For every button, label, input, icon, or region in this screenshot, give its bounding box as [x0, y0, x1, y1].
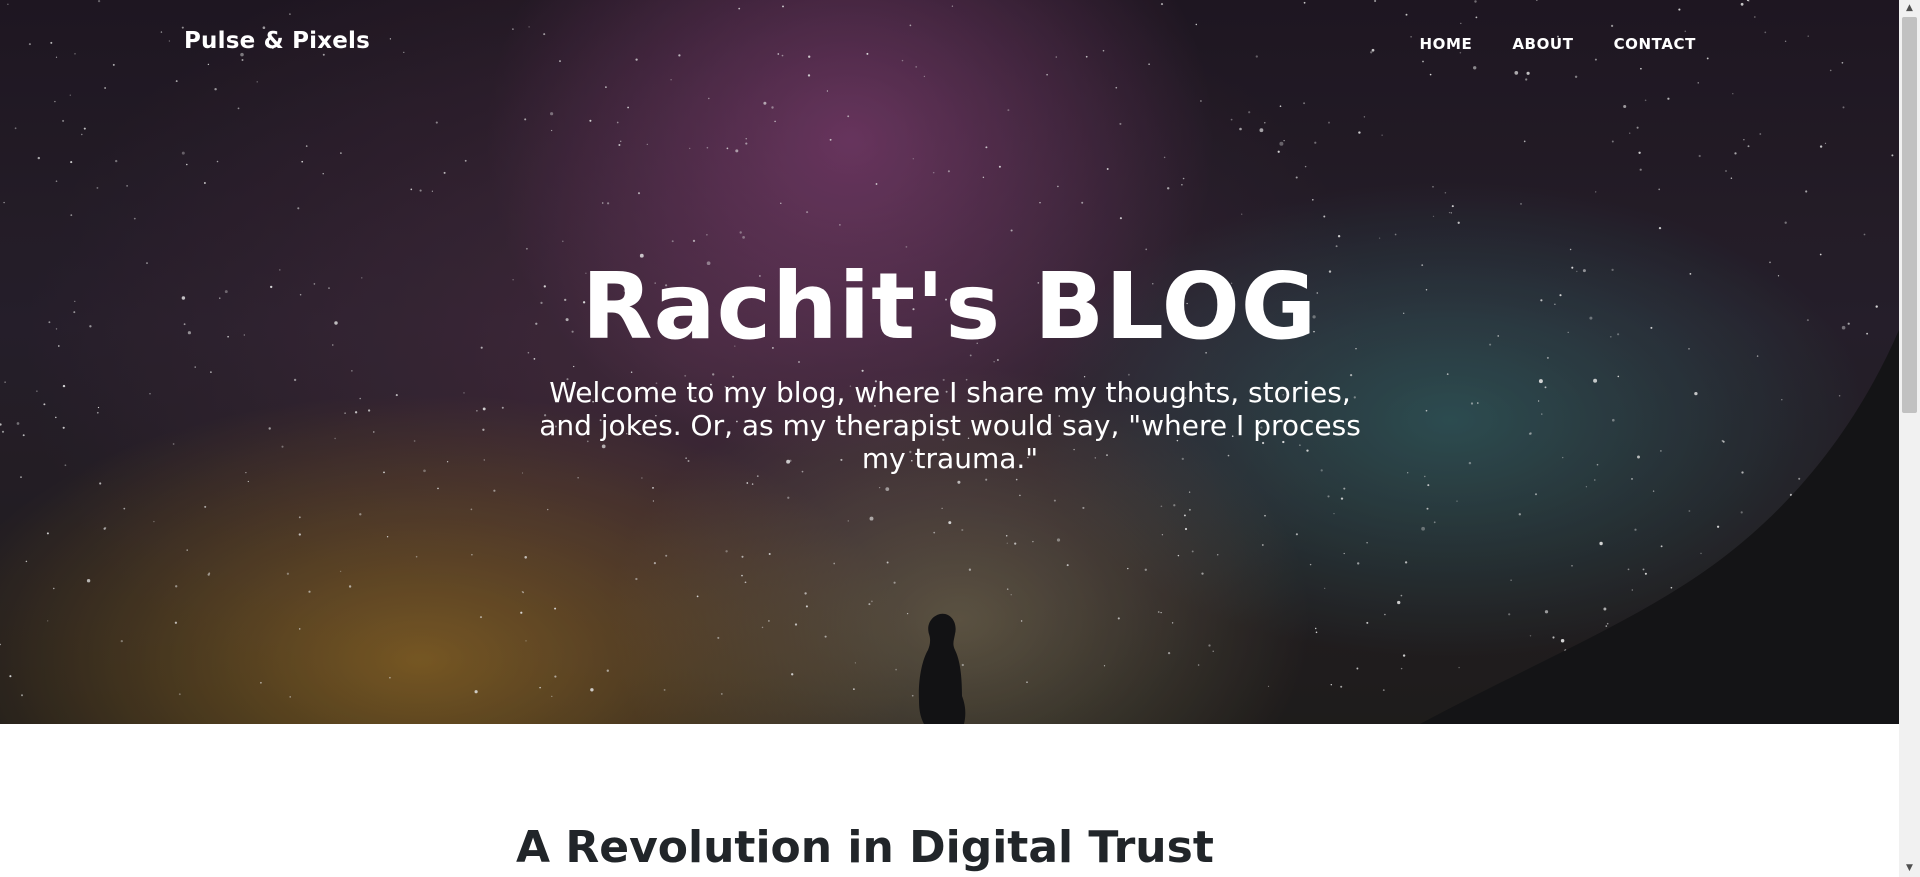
brand-logo-link[interactable]: Pulse & Pixels	[184, 28, 370, 54]
post-title-link[interactable]: A Revolution in Digital Trust	[516, 818, 1214, 877]
hero-section: Pulse & Pixels HOME ABOUT CONTACT Rachit…	[0, 0, 1899, 724]
nav-link-home[interactable]: HOME	[1419, 35, 1472, 53]
main-navigation: HOME ABOUT CONTACT	[1419, 35, 1696, 53]
hero-title: Rachit's BLOG	[581, 253, 1318, 360]
scroll-down-arrow-icon[interactable]: ▼	[1899, 860, 1920, 877]
nav-link-about[interactable]: ABOUT	[1512, 35, 1573, 53]
nav-link-contact[interactable]: CONTACT	[1614, 35, 1696, 53]
page: Pulse & Pixels HOME ABOUT CONTACT Rachit…	[0, 0, 1899, 877]
page-scrollbar[interactable]: ▲ ▼	[1899, 0, 1920, 877]
hero-subtitle: Welcome to my blog, where I share my tho…	[539, 376, 1361, 475]
scroll-up-arrow-icon[interactable]: ▲	[1899, 0, 1920, 17]
person-silhouette-image	[918, 330, 1899, 724]
scrollbar-thumb[interactable]	[1902, 17, 1917, 413]
